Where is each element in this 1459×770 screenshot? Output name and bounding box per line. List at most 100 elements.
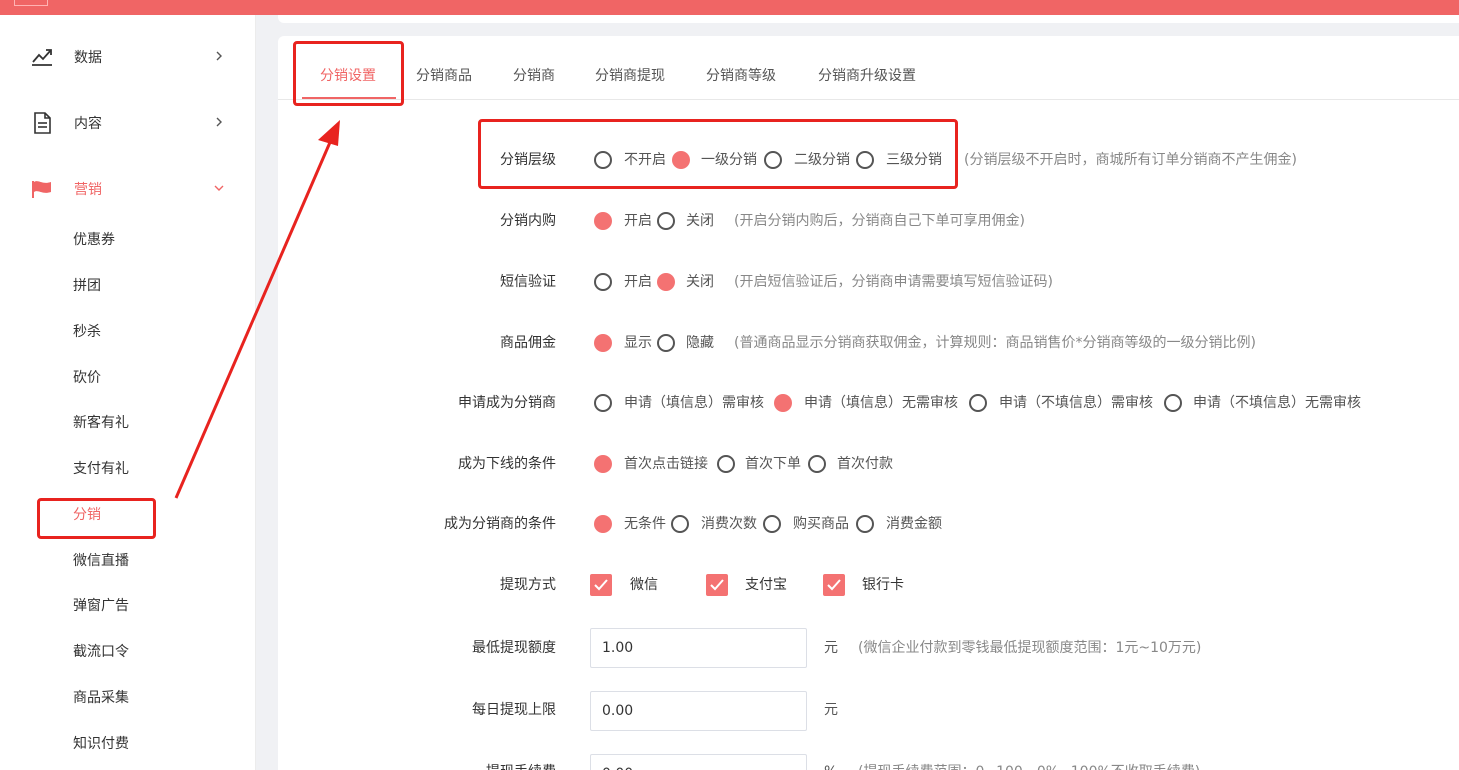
radio-level-3[interactable]: [856, 151, 874, 169]
radio-apply-noinfo-review[interactable]: [969, 394, 987, 412]
fee-input[interactable]: [590, 754, 807, 770]
sidebar-item-group-buy[interactable]: 拼团: [73, 276, 101, 296]
radio-option-label: 消费次数: [701, 516, 757, 532]
sidebar-item-intercept-password[interactable]: 截流口令: [73, 642, 129, 662]
top-header-bar: [0, 0, 1459, 15]
checkbox-withdraw-bank-card[interactable]: [823, 574, 845, 596]
radio-option-label: 申请（不填信息）无需审核: [1193, 395, 1361, 411]
radio-option-label: 申请（填信息）需审核: [624, 395, 764, 411]
radio-level-off[interactable]: [594, 151, 612, 169]
fee-label: 提现手续费: [278, 762, 556, 770]
sidebar-item-wechat-live[interactable]: 微信直播: [73, 551, 129, 571]
radio-option-label: 关闭: [686, 213, 714, 229]
radio-option-label: 不开启: [624, 152, 666, 168]
fee-unit: %: [824, 762, 837, 770]
logo[interactable]: [14, 0, 48, 6]
settings-panel: 分销设置 分销商品 分销商 分销商提现 分销商等级 分销商升级设置 分销层级 不…: [278, 36, 1459, 770]
sidebar-group-data[interactable]: 数据: [0, 35, 256, 79]
radio-apply-info-no-review[interactable]: [774, 394, 792, 412]
tab-distributor-levels[interactable]: 分销商等级: [706, 66, 776, 86]
checkbox-option-label: 银行卡: [862, 577, 904, 593]
radio-option-label: 首次付款: [837, 456, 893, 472]
tab-distributors[interactable]: 分销商: [513, 66, 555, 86]
self-purchase-hint: (开启分销内购后，分销商自己下单可享用佣金): [734, 213, 1025, 229]
tab-distribution-products[interactable]: 分销商品: [416, 66, 472, 86]
sidebar-item-bargain[interactable]: 砍价: [73, 368, 101, 388]
sidebar-group-label: 数据: [74, 50, 102, 66]
radio-option-label: 一级分销: [701, 152, 757, 168]
line-chart-icon: [32, 49, 52, 66]
radio-sms-off[interactable]: [657, 273, 675, 291]
check-icon: [594, 579, 608, 591]
sidebar-item-distribution[interactable]: 分销: [73, 505, 101, 525]
radio-commission-show[interactable]: [594, 334, 612, 352]
radio-downline-first-click[interactable]: [594, 455, 612, 473]
sidebar: 数据 内容 营销 优惠券 拼团 秒杀 砍价 新客有礼 支付有礼 分销 微信直播 …: [0, 15, 256, 770]
radio-level-2[interactable]: [764, 151, 782, 169]
checkbox-option-label: 支付宝: [745, 577, 787, 593]
radio-option-label: 首次下单: [745, 456, 801, 472]
active-tab-indicator: [302, 97, 396, 99]
checkbox-withdraw-wechat[interactable]: [590, 574, 612, 596]
sidebar-group-label: 营销: [74, 182, 102, 198]
tab-distributor-withdraw[interactable]: 分销商提现: [595, 66, 665, 86]
distribution-level-label: 分销层级: [500, 152, 556, 168]
downline-condition-label: 成为下线的条件: [458, 456, 556, 472]
tab-bar: 分销设置 分销商品 分销商 分销商提现 分销商等级 分销商升级设置: [278, 36, 1459, 100]
radio-sms-on[interactable]: [594, 273, 612, 291]
sidebar-item-popup-ad[interactable]: 弹窗广告: [73, 596, 129, 616]
daily-limit-input[interactable]: [590, 691, 807, 731]
radio-option-label: 隐藏: [686, 335, 714, 351]
radio-option-label: 开启: [624, 213, 652, 229]
sms-verify-label: 短信验证: [500, 274, 556, 290]
sidebar-group-marketing[interactable]: 营销: [0, 167, 256, 211]
radio-apply-info-review[interactable]: [594, 394, 612, 412]
radio-option-label: 首次点击链接: [624, 456, 708, 472]
tab-distributor-upgrade-settings[interactable]: 分销商升级设置: [818, 66, 916, 86]
radio-option-label: 消费金额: [886, 516, 942, 532]
distribution-level-hint: (分销层级不开启时，商城所有订单分销商不产生佣金): [964, 152, 1297, 168]
radio-condition-spend-amount[interactable]: [856, 515, 874, 533]
radio-option-label: 申请（不填信息）需审核: [999, 395, 1153, 411]
distributor-condition-label: 成为分销商的条件: [444, 516, 556, 532]
radio-commission-hide[interactable]: [657, 334, 675, 352]
sidebar-item-product-collect[interactable]: 商品采集: [73, 688, 129, 708]
sidebar-group-content[interactable]: 内容: [0, 101, 256, 145]
radio-self-purchase-on[interactable]: [594, 212, 612, 230]
radio-option-label: 三级分销: [886, 152, 942, 168]
chevron-right-icon: [216, 117, 222, 127]
sidebar-item-flash-sale[interactable]: 秒杀: [73, 322, 101, 342]
main-top-card: [278, 15, 1459, 23]
radio-option-label: 开启: [624, 274, 652, 290]
fee-hint: (提现手续费范围：0~100，0%~100%不收取手续费): [858, 762, 1200, 770]
radio-option-label: 无条件: [624, 516, 666, 532]
sidebar-item-coupon[interactable]: 优惠券: [73, 230, 115, 250]
radio-option-label: 申请（填信息）无需审核: [804, 395, 958, 411]
radio-apply-noinfo-no-review[interactable]: [1164, 394, 1182, 412]
radio-option-label: 二级分销: [794, 152, 850, 168]
apply-distributor-label: 申请成为分销商: [458, 395, 556, 411]
radio-condition-buy-product[interactable]: [763, 515, 781, 533]
radio-condition-purchase-count[interactable]: [671, 515, 689, 533]
commission-display-hint: (普通商品显示分销商获取佣金，计算规则：商品销售价*分销商等级的一级分销比例): [734, 335, 1256, 351]
sidebar-item-new-customer-gift[interactable]: 新客有礼: [73, 413, 129, 433]
daily-limit-label: 每日提现上限: [472, 702, 556, 718]
sidebar-item-payment-gift[interactable]: 支付有礼: [73, 459, 129, 479]
radio-option-label: 购买商品: [793, 516, 849, 532]
min-withdraw-hint: (微信企业付款到零钱最低提现额度范围：1元~10万元): [858, 640, 1202, 656]
radio-downline-first-payment[interactable]: [808, 455, 826, 473]
check-icon: [827, 579, 841, 591]
checkbox-withdraw-alipay[interactable]: [706, 574, 728, 596]
sidebar-item-paid-knowledge[interactable]: 知识付费: [73, 734, 129, 754]
tab-distribution-settings[interactable]: 分销设置: [320, 66, 376, 86]
document-icon: [34, 112, 51, 134]
radio-downline-first-order[interactable]: [717, 455, 735, 473]
radio-option-label: 关闭: [686, 274, 714, 290]
radio-condition-none[interactable]: [594, 515, 612, 533]
radio-self-purchase-off[interactable]: [657, 212, 675, 230]
checkbox-option-label: 微信: [630, 577, 658, 593]
radio-level-1[interactable]: [672, 151, 690, 169]
min-withdraw-input[interactable]: [590, 628, 807, 668]
min-withdraw-unit: 元: [824, 640, 838, 656]
self-purchase-label: 分销内购: [500, 213, 556, 229]
